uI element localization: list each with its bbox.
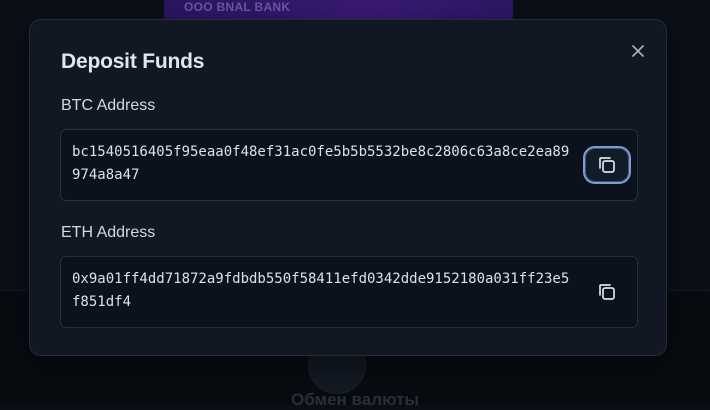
deposit-funds-modal: Deposit Funds BTC Address bc1540516405f9…: [29, 19, 667, 356]
eth-address-value[interactable]: 0x9a01ff4dd71872a9fdbdb550f58411efd0342d…: [72, 268, 576, 314]
eth-address-box: 0x9a01ff4dd71872a9fdbdb550f58411efd0342d…: [60, 256, 638, 328]
close-icon: [632, 45, 644, 57]
btc-copy-button[interactable]: [583, 146, 631, 184]
close-button[interactable]: [628, 41, 648, 61]
modal-title: Deposit Funds: [61, 50, 205, 73]
btc-address-value[interactable]: bc1540516405f95eaa0f48ef31ac0fe5b5b5532b…: [72, 141, 576, 187]
copy-icon: [599, 157, 615, 173]
exchange-caption: Обмен валюты: [291, 390, 419, 409]
bank-card-name: OOO BNAL BANK: [184, 0, 291, 14]
eth-address-label: ETH Address: [61, 224, 156, 241]
eth-copy-button[interactable]: [583, 273, 631, 311]
btc-address-label: BTC Address: [61, 97, 156, 114]
btc-address-box: bc1540516405f95eaa0f48ef31ac0fe5b5b5532b…: [60, 129, 638, 201]
copy-icon: [599, 284, 615, 300]
